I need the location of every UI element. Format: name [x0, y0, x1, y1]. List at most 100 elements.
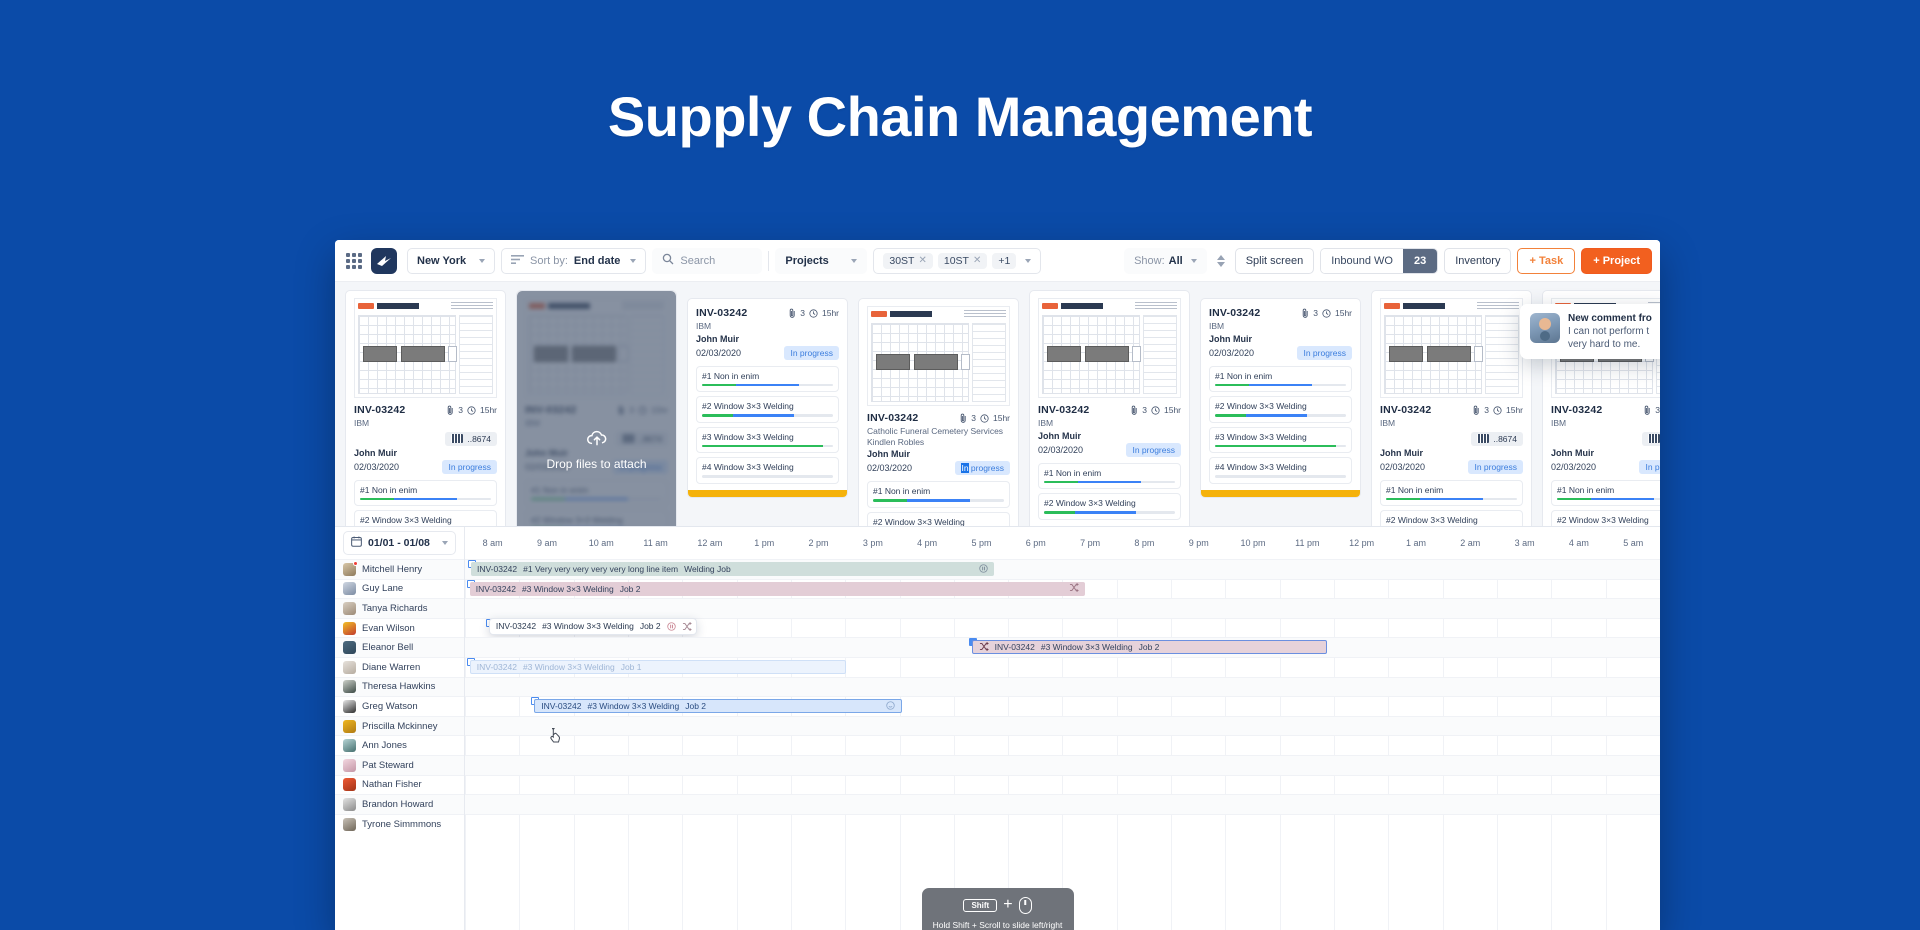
split-screen-button[interactable]: Split screen	[1234, 247, 1315, 274]
project-card[interactable]: INV-03242 3 15hr IBM John Muir 02/03/2020 In p…	[1029, 290, 1190, 526]
card-task-item[interactable]: #4 Window 3×3 Welding	[696, 457, 839, 484]
shuffle-icon[interactable]	[1069, 583, 1079, 594]
card-task-item[interactable]: #1 Non in enim	[1209, 365, 1352, 393]
inbound-wo-count: 23	[1402, 248, 1438, 273]
close-icon[interactable]: ✕	[918, 255, 926, 266]
card-task-item[interactable]: #1 Non in enim	[1551, 479, 1660, 507]
filter-chips[interactable]: 30ST ✕ 10ST ✕ +1	[873, 247, 1042, 274]
card-dropzone[interactable]: INV-03242315hrIBM..8674John Muir02/03/20…	[516, 290, 677, 526]
timeline-row[interactable]	[465, 676, 1660, 697]
status-badge[interactable]: In progress	[442, 459, 497, 474]
card-task-item[interactable]: #2 Window 3×3 Welding	[1380, 510, 1523, 526]
card-task-item[interactable]: #1 Non in enim	[354, 479, 497, 507]
status-badge[interactable]: In progress	[784, 345, 839, 360]
person-row[interactable]: Mitchell Henry	[335, 559, 464, 579]
person-name: Evan Wilson	[362, 622, 415, 634]
gantt-bar[interactable]: INV-03242 #3 Window 3×3 Welding Job 2	[469, 581, 1086, 596]
notification-toast[interactable]: New comment fro I can not perform t very h…	[1520, 304, 1660, 359]
person-row[interactable]: Theresa Hawkins	[335, 676, 464, 697]
project-card[interactable]: INV-03242 3 15hr Catholic Funeral Cemetery …	[858, 298, 1019, 526]
status-badge[interactable]: In progress	[1126, 442, 1181, 457]
dropzone-overlay[interactable]: Drop files to attach	[517, 291, 676, 526]
blueprint-text-block	[964, 309, 1006, 319]
person-row[interactable]: Pat Steward	[335, 754, 464, 775]
inbound-wo-button[interactable]: Inbound WO 23	[1320, 247, 1439, 274]
date-range-selector[interactable]: 01/01 - 01/08	[343, 531, 456, 555]
timeline-row[interactable]: INV-03242 #3 Window 3×3 Welding Job 2	[465, 578, 1660, 599]
person-row[interactable]: Tanya Richards	[335, 598, 464, 618]
add-task-button[interactable]: + Task	[1517, 247, 1576, 274]
card-task-item[interactable]: #1 Non in enim	[1380, 479, 1523, 507]
card-task-item[interactable]: #2 Window 3×3 Welding	[1209, 396, 1352, 423]
card-task-item[interactable]: #2 Window 3×3 Welding	[1551, 510, 1660, 526]
grid-apps-icon[interactable]	[343, 250, 365, 272]
filter-chip[interactable]: 30ST ✕	[883, 252, 933, 269]
card-task-item[interactable]: #2 Window 3×3 Welding	[1038, 493, 1181, 520]
person-row[interactable]: Ann Jones	[335, 735, 464, 755]
bar-action-icons[interactable]	[666, 621, 692, 631]
project-card[interactable]: INV-03242 3 15hr IBM John Muir 02/03/2020 In p…	[1200, 298, 1361, 498]
brand-logo-icon[interactable]	[371, 247, 397, 274]
project-card[interactable]: INV-03242 315hr IBM ..8674 John Muir 02/03/20…	[1371, 290, 1532, 526]
close-icon[interactable]: ✕	[973, 255, 981, 266]
card-task-item[interactable]: #4 Window 3×3 Welding	[1209, 457, 1352, 484]
status-badge[interactable]: In progress	[955, 461, 1010, 476]
smiley-icon[interactable]	[886, 700, 896, 712]
timeline-row[interactable]: INV-03242 #3 Window 3×3 Welding Job 2	[465, 696, 1660, 716]
person-row[interactable]: Eleanor Bell	[335, 637, 464, 657]
timeline-row[interactable]	[465, 754, 1660, 775]
timeline-row[interactable]: INV-03242 #3 Window 3×3 Welding Job 2	[465, 637, 1660, 657]
status-badge[interactable]: In progress	[1297, 345, 1352, 360]
location-selector[interactable]: New York	[407, 247, 495, 274]
project-card[interactable]: INV-03242 3 15hr IBM John Muir 02/03/2020 In p…	[687, 298, 848, 498]
card-task-item[interactable]: #1 Non in enim	[867, 481, 1010, 508]
timeline-row[interactable]	[465, 794, 1660, 814]
timeline-row[interactable]	[465, 598, 1660, 618]
person-row[interactable]: Brandon Howard	[335, 794, 464, 814]
person-row[interactable]: Evan Wilson	[335, 617, 464, 638]
card-task-item[interactable]: #1 Non in enim	[696, 365, 839, 393]
gantt-bar[interactable]: INV-03242 #3 Window 3×3 Welding Job 2	[534, 699, 903, 714]
gantt-bar[interactable]: INV-03242 #3 Window 3×3 Welding Job 1	[469, 659, 847, 674]
timeline-chart[interactable]: 8 am 9 am 10 am 11 am 12 am 1 pm 2 pm 3 pm 4 pm 5…	[465, 527, 1660, 930]
person-row[interactable]: Diane Warren	[335, 656, 464, 677]
filter-chip[interactable]: 10ST ✕	[937, 252, 988, 269]
sort-value: End date	[573, 254, 621, 267]
person-row[interactable]: Greg Watson	[335, 696, 464, 716]
card-task-item[interactable]: #3 Window 3×3 Welding	[1209, 426, 1352, 454]
timeline-row[interactable]	[465, 813, 1660, 834]
filter-chip-more[interactable]: +1	[992, 252, 1017, 269]
card-task-item[interactable]: #2 Window 3×3 Welding	[867, 511, 1010, 526]
timeline-row[interactable]	[465, 774, 1660, 795]
card-task-progress	[1044, 511, 1175, 514]
add-project-button[interactable]: + Project	[1581, 247, 1652, 274]
card-task-item[interactable]: #2 Window 3×3 Welding	[354, 510, 497, 526]
card-task-item[interactable]: #2 Window 3×3 Welding	[696, 396, 839, 423]
inventory-button[interactable]: Inventory	[1444, 247, 1512, 274]
sort-selector[interactable]: Sort by: End date	[501, 247, 647, 274]
person-row[interactable]: Priscilla Mckinney	[335, 715, 464, 736]
status-badge[interactable]: In progress	[1468, 459, 1523, 474]
gantt-bar[interactable]: INV-03242 #1 Very very very very very lon…	[470, 562, 995, 576]
timeline-row[interactable]: INV-03242 #3 Window 3×3 Welding Job 2	[465, 617, 1660, 638]
stepper-up-down-icon[interactable]	[1213, 254, 1229, 267]
timeline-row[interactable]: INV-03242 #1 Very very very very very lon…	[465, 559, 1660, 579]
timeline-row[interactable]	[465, 735, 1660, 755]
show-selector[interactable]: Show: All	[1124, 247, 1207, 274]
status-badge[interactable]: In progress	[1639, 459, 1660, 474]
project-card[interactable]: INV-03242 315hr IBM ..8674 John Muir 02/03/20…	[345, 290, 506, 526]
pause-circle-icon[interactable]	[979, 563, 989, 575]
gantt-bar[interactable]: INV-03242 #3 Window 3×3 Welding Job 2	[488, 617, 697, 635]
search-input[interactable]: Search	[652, 247, 763, 274]
person-row[interactable]: Tyrone Simmmons	[335, 813, 464, 834]
card-invoice-id: INV-03242	[354, 404, 406, 416]
timeline-row[interactable]: INV-03242 #3 Window 3×3 Welding Job 1	[465, 656, 1660, 677]
person-row[interactable]: Nathan Fisher	[335, 774, 464, 795]
shuffle-icon[interactable]	[979, 641, 989, 653]
gantt-bar[interactable]: INV-03242 #3 Window 3×3 Welding Job 2	[971, 640, 1327, 655]
person-row[interactable]: Guy Lane	[335, 578, 464, 599]
timeline-row[interactable]	[465, 715, 1660, 736]
scope-selector[interactable]: Projects	[775, 247, 868, 274]
card-task-item[interactable]: #1 Non in enim	[1038, 462, 1181, 490]
card-task-item[interactable]: #3 Window 3×3 Welding	[696, 426, 839, 454]
